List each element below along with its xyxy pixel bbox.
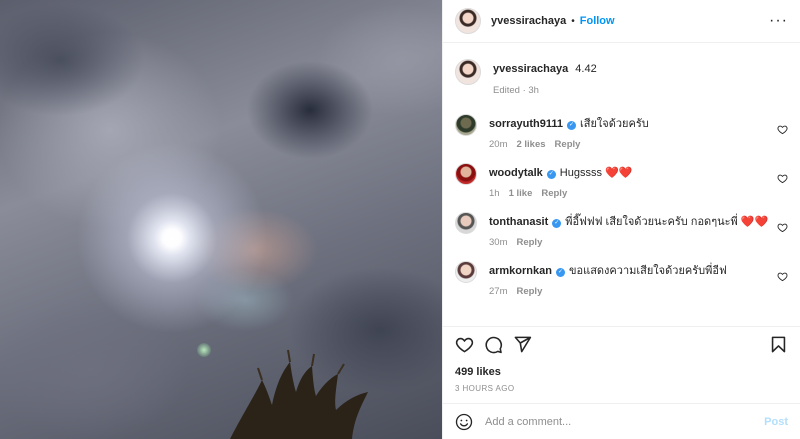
commenter-avatar[interactable] xyxy=(455,114,477,136)
commenter-avatar[interactable] xyxy=(455,261,477,283)
likes-count[interactable]: 499 likes xyxy=(443,362,800,378)
more-options-icon[interactable]: ··· xyxy=(769,13,788,29)
comments-list[interactable]: yvessirachaya 4.42 Edited · 3h sorrayuth… xyxy=(443,43,800,326)
post-caption: yvessirachaya 4.42 Edited · 3h xyxy=(455,57,788,96)
verified-badge-icon: ✓ xyxy=(552,219,562,228)
post-actions-bar xyxy=(443,326,800,362)
post-header: yvessirachaya • Follow ··· xyxy=(443,0,800,43)
reply-button[interactable]: Reply xyxy=(516,237,542,248)
author-username[interactable]: yvessirachaya xyxy=(491,15,566,27)
separator-dot: • xyxy=(571,15,575,27)
commenter-username[interactable]: tonthanasit xyxy=(489,216,548,228)
instagram-post: yvessirachaya • Follow ··· yvessirachaya… xyxy=(0,0,800,439)
emoji-icon[interactable] xyxy=(455,413,473,431)
author-avatar[interactable] xyxy=(455,8,481,34)
reply-button[interactable]: Reply xyxy=(541,188,567,199)
comment-text: ขอแสดงความเสียใจด้วยครับพี่อีฟ xyxy=(568,265,727,277)
verified-badge-icon: ✓ xyxy=(567,121,576,130)
heart-icon[interactable] xyxy=(455,335,474,354)
comment-text: Hugssss ❤️❤️ xyxy=(559,167,633,179)
caption-avatar[interactable] xyxy=(455,59,481,85)
comment-like-heart-icon[interactable] xyxy=(777,271,788,282)
comment-text: เสียใจด้วยครับ xyxy=(580,118,649,130)
comment-icon[interactable] xyxy=(484,335,503,354)
comment-text: พี่อี๊ฟฟฟ เสียใจด้วยนะครับ กอดๆนะพี่ ❤️❤… xyxy=(565,216,769,228)
comment-item: woodytalk ✓ Hugssss ❤️❤️ 1h 1 like Reply xyxy=(455,163,788,199)
comment-like-heart-icon[interactable] xyxy=(777,173,788,184)
commenter-avatar[interactable] xyxy=(455,163,477,185)
verified-badge-icon: ✓ xyxy=(555,268,565,277)
comment-likes[interactable]: 2 likes xyxy=(516,139,545,150)
comment-like-heart-icon[interactable] xyxy=(777,222,788,233)
comment-likes[interactable]: 1 like xyxy=(509,188,533,199)
comment-time[interactable]: 1h xyxy=(489,188,500,199)
comment-time[interactable]: 20m xyxy=(489,139,507,150)
share-icon[interactable] xyxy=(513,335,532,354)
grass-silhouette xyxy=(230,349,368,439)
post-date[interactable]: 3 HOURS AGO xyxy=(443,378,800,403)
comment-item: sorrayuth9111 ✓ เสียใจด้วยครับ 20m 2 likes… xyxy=(455,114,788,150)
caption-text: 4.42 xyxy=(575,63,597,75)
comment-time[interactable]: 27m xyxy=(489,286,507,297)
post-comment-button[interactable]: Post xyxy=(764,416,788,428)
caption-username[interactable]: yvessirachaya xyxy=(493,63,568,75)
commenter-avatar[interactable] xyxy=(455,212,477,234)
comment-like-heart-icon[interactable] xyxy=(777,124,788,135)
reply-button[interactable]: Reply xyxy=(555,139,581,150)
comment-item: tonthanasit ✓ พี่อี๊ฟฟฟ เสียใจด้วยนะครับ ก… xyxy=(455,212,788,248)
comment-item: armkornkan ✓ ขอแสดงความเสียใจด้วยครับพี่อี… xyxy=(455,261,788,297)
post-side-panel: yvessirachaya • Follow ··· yvessirachaya… xyxy=(442,0,800,439)
commenter-username[interactable]: sorrayuth9111 xyxy=(489,118,563,130)
comment-composer: Post xyxy=(443,403,800,439)
commenter-username[interactable]: woodytalk xyxy=(489,167,543,179)
comment-input[interactable] xyxy=(485,415,765,428)
follow-button[interactable]: Follow xyxy=(580,15,615,27)
reply-button[interactable]: Reply xyxy=(516,286,542,297)
commenter-username[interactable]: armkornkan xyxy=(489,265,552,277)
verified-badge-icon: ✓ xyxy=(546,170,556,179)
caption-edited-time: Edited · 3h xyxy=(493,85,539,96)
post-photo[interactable] xyxy=(0,0,442,439)
bookmark-icon[interactable] xyxy=(769,335,788,354)
comment-time[interactable]: 30m xyxy=(489,237,507,248)
